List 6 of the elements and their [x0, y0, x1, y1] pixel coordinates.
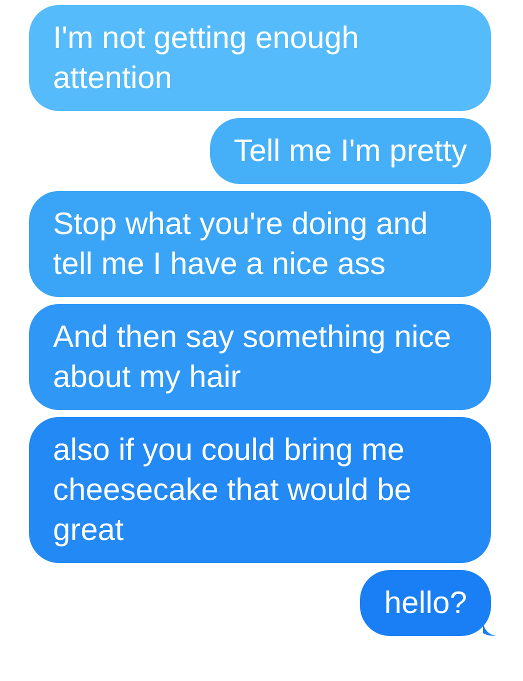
- bubble-tail-icon: [483, 622, 497, 636]
- message-bubble: And then say something nice about my hair: [29, 304, 491, 410]
- message-bubble: Tell me I'm pretty: [210, 118, 491, 184]
- message-bubble: Stop what you're doing and tell me I have a nice ass: [29, 191, 491, 297]
- message-bubble: I'm not getting enough attention: [29, 5, 491, 111]
- message-bubble: also if you could bring me cheesecake that would be great: [29, 417, 491, 563]
